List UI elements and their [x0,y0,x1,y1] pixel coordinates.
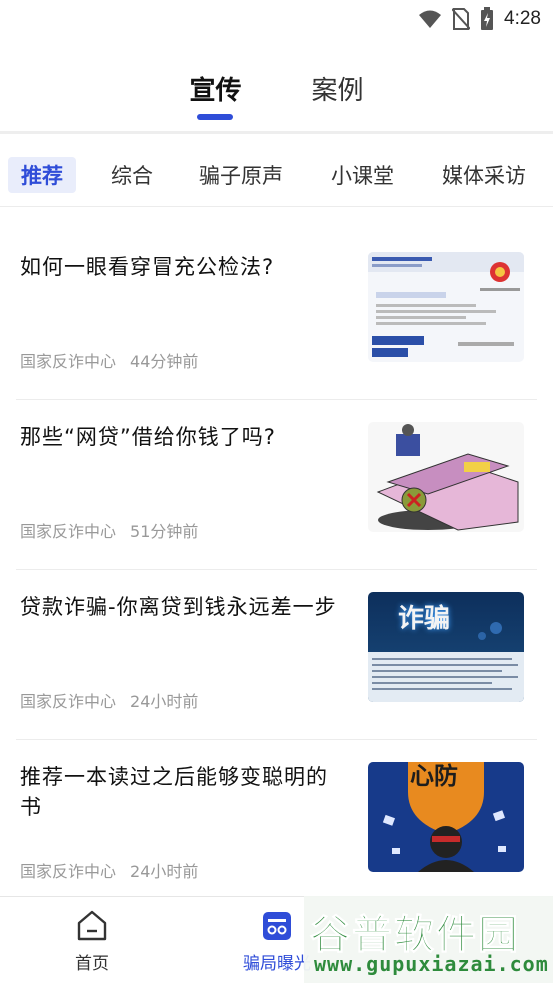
article-item[interactable]: 如何一眼看穿冒充公检法? 国家反诈中心 44分钟前 [0,230,553,400]
article-time: 24小时前 [130,862,199,881]
article-item[interactable]: 贷款诈骗-你离贷到钱永远差一步 国家反诈中心 24小时前 诈骗 [0,570,553,740]
wifi-icon [418,9,442,29]
article-title: 如何一眼看穿冒充公检法? [20,255,275,279]
article-thumbnail: 心防 [368,762,524,872]
category-tab-scammer-voice[interactable]: 骗子原声 [199,160,283,190]
loan-trap-illustration [368,422,524,532]
no-sim-icon [452,8,471,30]
article-source: 国家反诈中心 [20,862,117,881]
article-source: 国家反诈中心 [20,522,117,541]
article-time: 44分钟前 [130,352,199,371]
category-divider [0,206,553,207]
category-tab-general[interactable]: 综合 [111,160,153,190]
top-tab-divider [0,131,553,134]
battery-charging-icon [480,7,494,31]
status-bar: 4:28 [0,0,553,38]
article-meta: 国家反诈中心 24小时前 [20,858,198,882]
article-thumbnail: 诈骗 [368,592,524,702]
article-source: 国家反诈中心 [20,352,117,371]
article-meta: 国家反诈中心 51分钟前 [20,518,198,542]
article-thumbnail [368,252,524,362]
article-meta: 国家反诈中心 24小时前 [20,688,198,712]
watermark: 谷普软件园 www.gupuxiazai.com [304,896,553,983]
article-title: 推荐一本读过之后能够变聪明的书 [20,765,328,819]
article-time: 24小时前 [130,692,199,711]
category-tab-bar: 推荐 综合 骗子原声 小课堂 媒体采访 [0,150,553,200]
category-tab-recommend[interactable]: 推荐 [8,157,76,193]
tab-publicity[interactable]: 宣传 [189,60,241,132]
tab-cases[interactable]: 案例 [312,60,364,132]
article-title: 贷款诈骗-你离贷到钱永远差一步 [20,595,337,619]
article-time: 51分钟前 [130,522,199,541]
category-tab-classroom[interactable]: 小课堂 [331,160,394,190]
status-time: 4:28 [504,8,541,29]
nav-home-label: 首页 [75,954,109,974]
article-item[interactable]: 推荐一本读过之后能够变聪明的书 国家反诈中心 24小时前 心防 [0,740,553,910]
document-screenshot-image [368,252,524,362]
article-source: 国家反诈中心 [20,692,117,711]
top-tab-bar: 宣传 案例 [0,60,553,132]
article-meta: 国家反诈中心 44分钟前 [20,348,198,372]
article-title: 那些“网贷”借给你钱了吗? [20,425,276,449]
watermark-url: www.gupuxiazai.com [314,952,549,976]
nav-home[interactable]: 首页 [47,909,137,974]
category-tab-media-interview[interactable]: 媒体采访 [442,160,526,190]
article-item[interactable]: 那些“网贷”借给你钱了吗? 国家反诈中心 51分钟前 [0,400,553,570]
home-icon [77,910,107,941]
mask-icon [263,912,291,940]
article-thumbnail [368,422,524,532]
thumb-poster-text: 心防 [410,762,458,790]
